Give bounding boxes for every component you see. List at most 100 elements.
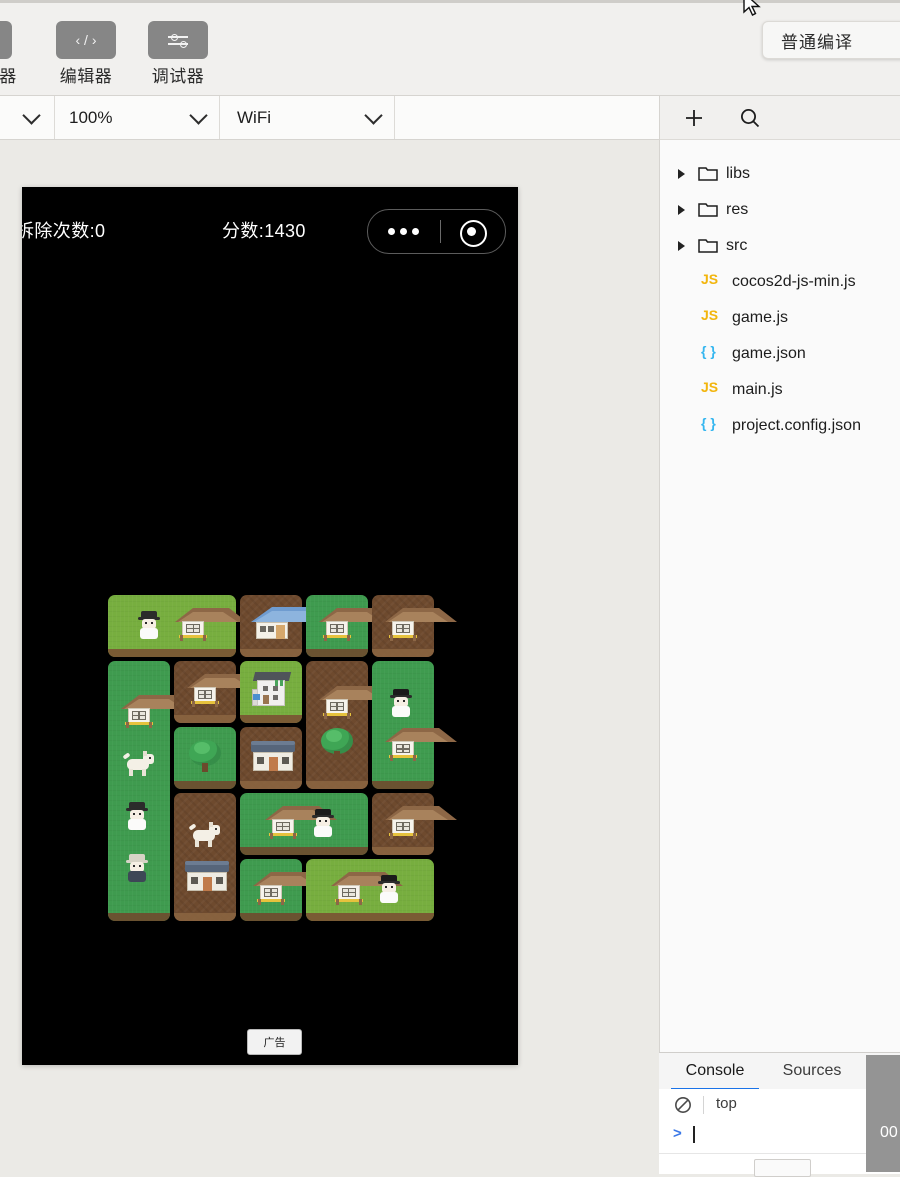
tile-edge <box>240 847 368 855</box>
file-tree-item-label: src <box>726 237 748 254</box>
text-caret <box>693 1126 695 1143</box>
dog-sprite <box>119 743 159 783</box>
mansion-sprite <box>185 856 229 896</box>
floating-gray-overlay[interactable]: 00 <box>866 1055 900 1172</box>
board-tile[interactable] <box>240 727 302 789</box>
board-tile[interactable] <box>372 793 457 855</box>
tile-edge <box>372 847 434 855</box>
board-tile[interactable] <box>306 661 391 789</box>
device-select[interactable] <box>0 96 55 139</box>
file-explorer-toolbar <box>660 96 900 140</box>
prompt-arrow-icon: > <box>673 1125 682 1142</box>
tile-edge <box>108 649 236 657</box>
board-tile[interactable] <box>306 595 391 657</box>
board-tile[interactable] <box>372 595 457 657</box>
game-demolish-count: 拆除次数:0 <box>22 221 106 241</box>
person-sprite <box>131 604 171 644</box>
file-explorer-panel: libs res src JS cocos2d-js-min.js JS game.js { … <box>659 96 900 1172</box>
chevron-right-icon[interactable] <box>678 205 685 215</box>
compile-mode-dropdown[interactable]: 普通编译 <box>762 21 900 59</box>
devtools-tabbar: Console Sources <box>659 1053 900 1090</box>
chevron-right-icon[interactable] <box>678 169 685 179</box>
toolbar-button-editor[interactable]: ‹ / › <box>56 21 116 59</box>
console-context-selector[interactable]: top <box>716 1095 737 1112</box>
capsule-divider <box>440 220 442 243</box>
tile-edge <box>306 781 368 789</box>
tile-edge <box>240 781 302 789</box>
board-tile[interactable] <box>174 793 236 921</box>
file-tree-row[interactable]: res <box>660 192 900 228</box>
ad-button-label: 广告 <box>263 1037 286 1049</box>
file-tree-row[interactable]: src <box>660 228 900 264</box>
mouse-cursor-icon <box>743 0 761 16</box>
modern-building-sprite <box>251 670 292 710</box>
console-bottom-strip <box>659 1153 900 1177</box>
search-icon[interactable] <box>738 106 762 130</box>
house-sprite <box>251 868 325 908</box>
zoom-select[interactable]: 100% <box>55 96 220 139</box>
board-tile[interactable] <box>372 661 457 789</box>
board-tile[interactable] <box>108 595 248 657</box>
file-tree-row[interactable]: { } project.config.json <box>660 408 900 444</box>
house-sprite <box>383 724 457 764</box>
folder-icon <box>698 203 718 217</box>
tile-edge <box>372 781 434 789</box>
board-tile[interactable] <box>108 661 193 921</box>
chevron-right-icon[interactable] <box>678 241 685 251</box>
house-sprite <box>329 868 403 908</box>
house-sprite <box>317 604 391 644</box>
network-select-value: WiFi <box>237 107 271 127</box>
board-tile[interactable] <box>240 859 325 921</box>
board-tile[interactable] <box>240 661 302 723</box>
file-tree-row[interactable]: { } game.json <box>660 336 900 372</box>
tile-edge <box>306 913 434 921</box>
file-tree-item-label: game.js <box>732 309 789 326</box>
more-dots-icon[interactable] <box>388 228 419 235</box>
file-tree-row[interactable]: JS main.js <box>660 372 900 408</box>
file-tree-row[interactable]: JS cocos2d-js-min.js <box>660 264 900 300</box>
console-prompt-row[interactable]: > <box>659 1121 900 1149</box>
game-board[interactable] <box>108 595 457 925</box>
tab-sources[interactable]: Sources <box>767 1053 857 1088</box>
overlay-text: 00 <box>880 1124 898 1141</box>
toolbar-button-debugger[interactable] <box>148 21 208 59</box>
clear-console-icon[interactable] <box>673 1095 693 1115</box>
network-select[interactable]: WiFi <box>220 96 395 139</box>
tile-edge <box>240 715 302 723</box>
console-bottom-chip[interactable] <box>754 1159 811 1177</box>
file-tree-row[interactable]: libs <box>660 156 900 192</box>
file-tree-item-label: main.js <box>732 381 783 398</box>
simulator-screen[interactable]: 拆除次数:0 分数:1430 广告 <box>22 187 518 1065</box>
ad-button[interactable]: 广告 <box>247 1029 302 1055</box>
filter-divider <box>703 1096 704 1114</box>
json-file-icon: { } <box>701 415 716 431</box>
tile-edge <box>174 715 236 723</box>
house-sprite <box>185 670 259 710</box>
wechat-capsule-bar[interactable] <box>367 209 506 254</box>
board-tile[interactable] <box>240 595 335 657</box>
blue-house-sprite <box>251 604 335 644</box>
file-tree[interactable]: libs res src JS cocos2d-js-min.js JS game.js { … <box>660 140 900 1015</box>
board-tile[interactable] <box>174 661 259 723</box>
tree-sprite <box>317 724 357 764</box>
js-file-icon: JS <box>701 271 719 287</box>
board-tile[interactable] <box>174 727 236 789</box>
toolbar-label-editor: 编辑器 <box>59 67 113 86</box>
tab-sources-label: Sources <box>782 1061 842 1079</box>
tile-edge <box>174 913 236 921</box>
file-tree-item-label: libs <box>726 165 751 182</box>
board-tile[interactable] <box>306 859 434 921</box>
chevron-down-icon <box>364 105 383 125</box>
file-tree-row[interactable]: JS game.js <box>660 300 900 336</box>
person-dark-sprite <box>305 802 345 842</box>
board-tile[interactable] <box>240 793 368 855</box>
toolbar-button-simulator[interactable] <box>0 21 12 59</box>
house-sprite <box>119 691 193 731</box>
person-suit-sprite <box>119 847 159 887</box>
close-target-icon[interactable] <box>460 220 487 247</box>
tile-edge <box>240 913 302 921</box>
mansion-sprite <box>251 736 295 776</box>
devtools-panel: Console Sources top > <box>659 1052 900 1177</box>
tab-console[interactable]: Console <box>671 1053 759 1090</box>
plus-icon[interactable] <box>682 106 706 130</box>
